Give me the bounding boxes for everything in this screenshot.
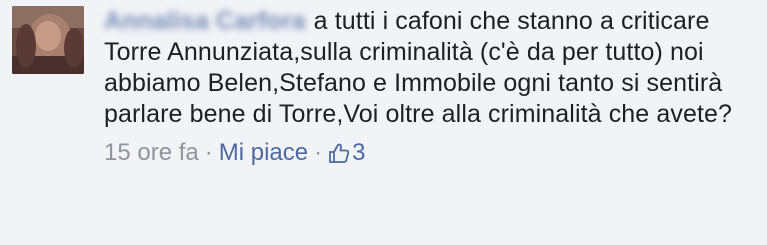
like-button[interactable]: Mi piace [219,138,308,168]
separator: · [314,139,323,166]
separator: · [204,139,213,166]
comment: Annalisa Carfora a tutti i cafoni che sta… [0,0,767,245]
author-name[interactable]: Annalisa Carfora [104,6,306,37]
timestamp[interactable]: 15 ore fa [104,138,199,168]
comment-text-block: Annalisa Carfora a tutti i cafoni che sta… [104,6,754,130]
avatar-photo [12,6,84,74]
like-count[interactable]: 3 [328,138,365,168]
comment-body: Annalisa Carfora a tutti i cafoni che sta… [104,6,754,168]
comment-meta: 15 ore fa · Mi piace · 3 [104,138,754,168]
thumbs-up-icon [329,143,350,163]
avatar[interactable] [12,6,84,74]
like-count-value: 3 [352,139,366,166]
